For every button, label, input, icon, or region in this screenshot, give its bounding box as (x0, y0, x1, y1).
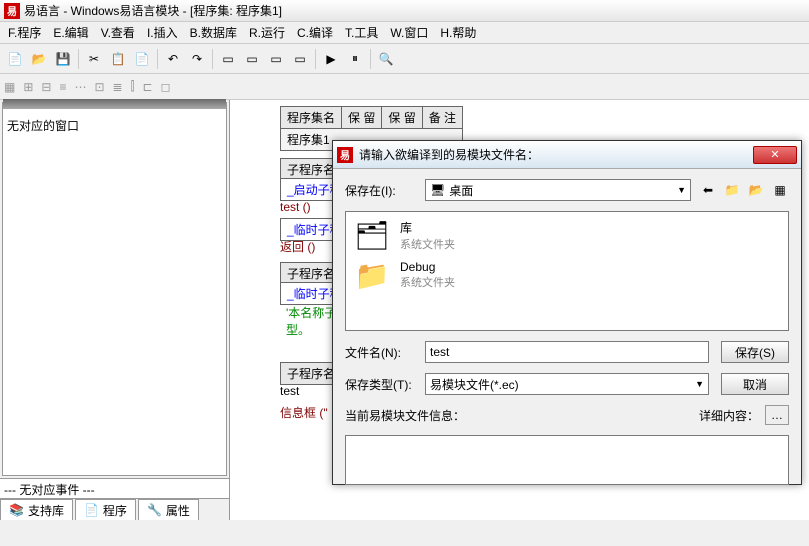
detail-button[interactable]: … (765, 405, 789, 425)
toolbar-secondary: ▦⊞⊟≡⋯⊡≣⫿⊏◻ (0, 74, 809, 100)
save-in-value: 桌面 (449, 182, 473, 199)
folder-icon: 📁 (352, 258, 392, 292)
pause-button[interactable]: ⏸ (344, 48, 366, 70)
run-button[interactable]: ▶ (320, 48, 342, 70)
filetype-label: 保存类型(T): (345, 376, 425, 393)
dialog-icon: 易 (337, 147, 353, 163)
code-msgbox[interactable]: 信息框 (" (280, 404, 328, 421)
col-reserved1: 保 留 (342, 107, 382, 129)
app-icon: 易 (4, 3, 20, 19)
code-test-call[interactable]: test () (280, 200, 311, 214)
folder-subtext: 系统文件夹 (400, 274, 455, 290)
window2-button[interactable]: ▭ (241, 48, 263, 70)
menu-window[interactable]: W.窗口 (384, 24, 434, 41)
filename-label: 文件名(N): (345, 344, 425, 361)
info-label: 当前易模块文件信息： (345, 407, 699, 424)
menu-run[interactable]: R.运行 (243, 24, 291, 41)
menu-edit[interactable]: E.编辑 (47, 24, 94, 41)
filetype-value: 易模块文件(*.ec) (430, 376, 519, 393)
menu-tools[interactable]: T.工具 (339, 24, 384, 41)
event-label: --- 无对应事件 --- (4, 483, 95, 497)
title-bar: 易 易语言 - Windows易语言模块 - [程序集: 程序集1] (0, 0, 809, 22)
folder-item-debug[interactable]: 📁 Debug 系统文件夹 (352, 258, 782, 292)
col-reserved2: 保 留 (382, 107, 422, 129)
save-in-label: 保存在(I): (345, 182, 425, 199)
folder-icon: 🗂 (352, 218, 392, 252)
window1-button[interactable]: ▭ (217, 48, 239, 70)
save-button[interactable]: 💾 (52, 48, 74, 70)
redo-button[interactable]: ↷ (186, 48, 208, 70)
filetype-combo[interactable]: 易模块文件(*.ec) (425, 373, 709, 395)
up-icon[interactable]: 📁 (723, 181, 741, 199)
dialog-title: 请输入欲编译到的易模块文件名： (359, 146, 753, 163)
library-icon: 📚 (9, 503, 24, 517)
left-panel: 无对应的窗口 --- 无对应事件 --- 📚支持库 📄程序 🔧属性 (0, 100, 230, 520)
menu-database[interactable]: B.数据库 (184, 24, 243, 41)
back-icon[interactable]: ⬅ (699, 181, 717, 199)
info-box (345, 435, 789, 485)
window-tree[interactable]: 无对应的窗口 (2, 102, 227, 476)
code-return[interactable]: 返回 () (280, 238, 315, 255)
tree-empty-label: 无对应的窗口 (7, 117, 222, 134)
folder-subtext: 系统文件夹 (400, 236, 455, 252)
property-icon: 🔧 (147, 503, 162, 517)
save-in-combo[interactable]: 🖥 桌面 (425, 179, 691, 201)
new-button[interactable]: 📄 (4, 48, 26, 70)
viewmenu-icon[interactable]: ▦ (771, 181, 789, 199)
tab-program[interactable]: 📄程序 (75, 499, 136, 520)
dialog-close-button[interactable]: ✕ (753, 146, 797, 164)
code-comment[interactable]: '本名称子 型。 (286, 304, 336, 338)
save-button[interactable]: 保存(S) (721, 341, 789, 363)
window3-button[interactable]: ▭ (265, 48, 287, 70)
copy-button[interactable]: 📋 (107, 48, 129, 70)
folder-item-library[interactable]: 🗂 库 系统文件夹 (352, 218, 782, 252)
newfolder-icon[interactable]: 📂 (747, 181, 765, 199)
col-assembly-name: 程序集名 (281, 107, 342, 129)
menu-insert[interactable]: I.插入 (141, 24, 184, 41)
detail-label: 详细内容： (699, 407, 759, 424)
file-list[interactable]: 🗂 库 系统文件夹 📁 Debug 系统文件夹 (345, 211, 789, 331)
tab-property[interactable]: 🔧属性 (138, 499, 199, 520)
menu-bar: F.程序 E.编辑 V.查看 I.插入 B.数据库 R.运行 C.编译 T.工具… (0, 22, 809, 44)
undo-button[interactable]: ↶ (162, 48, 184, 70)
dialog-titlebar[interactable]: 易 请输入欲编译到的易模块文件名： ✕ (333, 141, 801, 169)
col-remark: 备 注 (422, 107, 462, 129)
menu-view[interactable]: V.查看 (95, 24, 141, 41)
title-text: 易语言 - Windows易语言模块 - [程序集: 程序集1] (24, 2, 282, 19)
toolbar: 📄 📂 💾 ✂ 📋 📄 ↶ ↷ ▭ ▭ ▭ ▭ ▶ ⏸ 🔍 (0, 44, 809, 74)
cut-button[interactable]: ✂ (83, 48, 105, 70)
menu-compile[interactable]: C.编译 (291, 24, 339, 41)
folder-name: 库 (400, 219, 455, 236)
code-test[interactable]: test (280, 384, 299, 398)
menu-file[interactable]: F.程序 (2, 24, 47, 41)
open-button[interactable]: 📂 (28, 48, 50, 70)
event-bar: --- 无对应事件 --- (0, 478, 229, 498)
folder-name: Debug (400, 260, 455, 274)
bottom-tabs: 📚支持库 📄程序 🔧属性 (0, 498, 229, 520)
paste-button[interactable]: 📄 (131, 48, 153, 70)
window4-button[interactable]: ▭ (289, 48, 311, 70)
find-button[interactable]: 🔍 (375, 48, 397, 70)
filename-input[interactable] (425, 341, 709, 363)
program-icon: 📄 (84, 503, 99, 517)
menu-help[interactable]: H.帮助 (434, 24, 482, 41)
save-dialog: 易 请输入欲编译到的易模块文件名： ✕ 保存在(I): 🖥 桌面 ⬅ 📁 📂 ▦… (332, 140, 802, 485)
tab-library[interactable]: 📚支持库 (0, 499, 73, 520)
cancel-button[interactable]: 取消 (721, 373, 789, 395)
